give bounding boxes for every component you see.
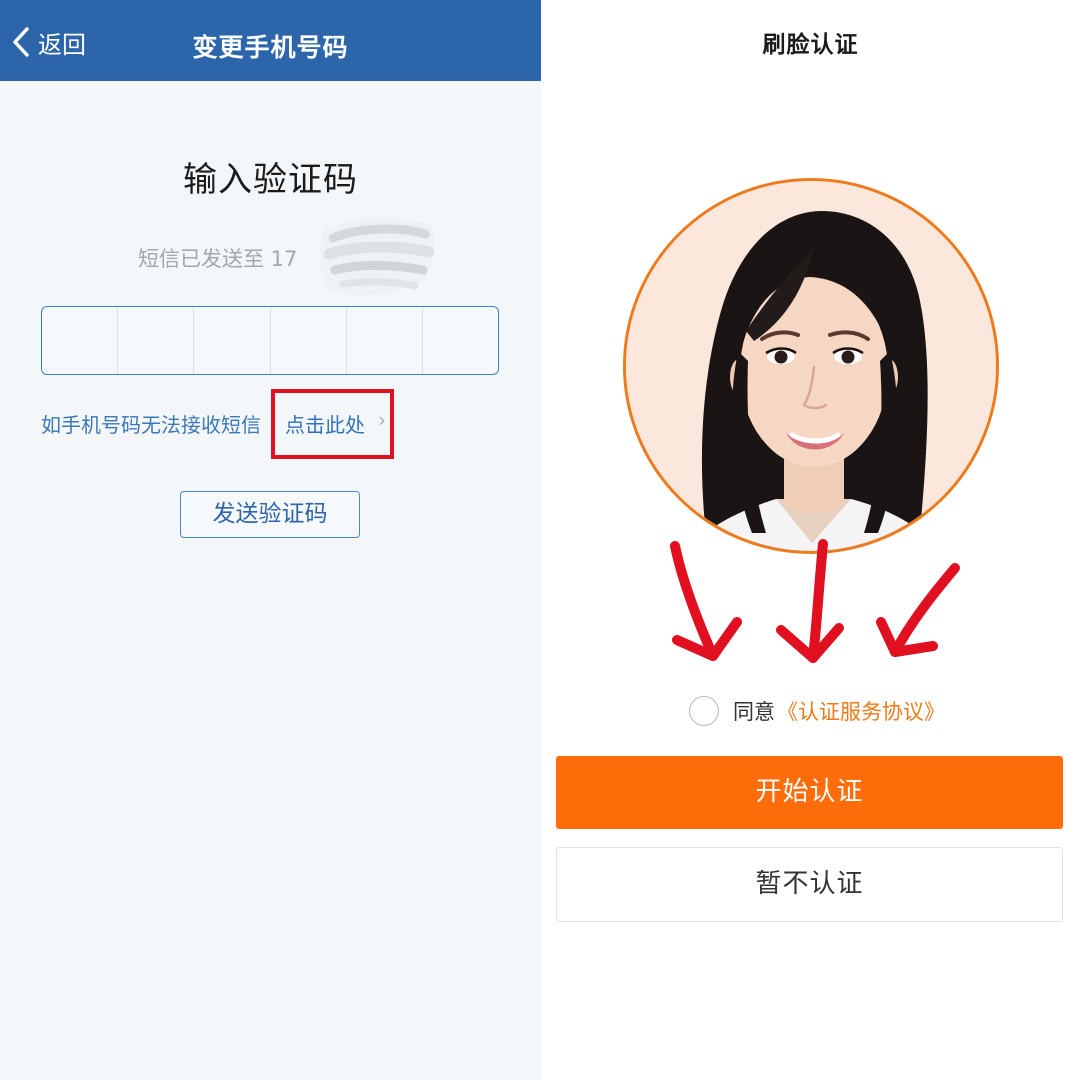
highlight-box [271, 389, 394, 459]
code-digit-6[interactable] [423, 307, 498, 374]
enter-code-heading: 输入验证码 [183, 160, 358, 200]
start-auth-button[interactable]: 开始认证 [556, 756, 1063, 829]
code-digit-2[interactable] [118, 307, 195, 374]
red-arrow-down-icon [776, 539, 844, 663]
send-code-button[interactable]: 发送验证码 [180, 491, 360, 538]
annotation-arrows [670, 539, 960, 663]
sms-sent-text: 短信已发送至 17 [138, 247, 298, 271]
page-title: 刷脸认证 [762, 32, 859, 58]
change-phone-screen: 返回 变更手机号码 输入验证码 短信已发送至 17 如手机号码无法接收短信 点击… [0, 0, 541, 1080]
code-digit-5[interactable] [347, 307, 423, 374]
code-digit-1[interactable] [42, 307, 119, 374]
red-arrow-down-icon [876, 563, 960, 657]
cannot-receive-text: 如手机号码无法接收短信 [41, 413, 261, 437]
redaction-smudge [319, 217, 435, 296]
page-title: 变更手机号码 [192, 33, 349, 62]
header-bar: 返回 变更手机号码 [0, 0, 541, 81]
verification-code-input[interactable] [41, 306, 499, 375]
skip-auth-button[interactable]: 暂不认证 [556, 847, 1063, 922]
red-arrow-down-icon [670, 541, 742, 661]
code-digit-3[interactable] [194, 307, 271, 374]
agree-prefix: 同意 [733, 700, 775, 724]
code-digit-4[interactable] [271, 307, 347, 374]
face-auth-screen: 刷脸认证 同意 《认证服务协议》 开始认证 暂不认证 [541, 0, 1080, 1080]
agree-radio[interactable] [689, 696, 719, 726]
agreement-link[interactable]: 《认证服务协议》 [777, 696, 945, 726]
face-portrait [623, 178, 999, 554]
agreement-row: 同意 《认证服务协议》 [689, 695, 945, 727]
